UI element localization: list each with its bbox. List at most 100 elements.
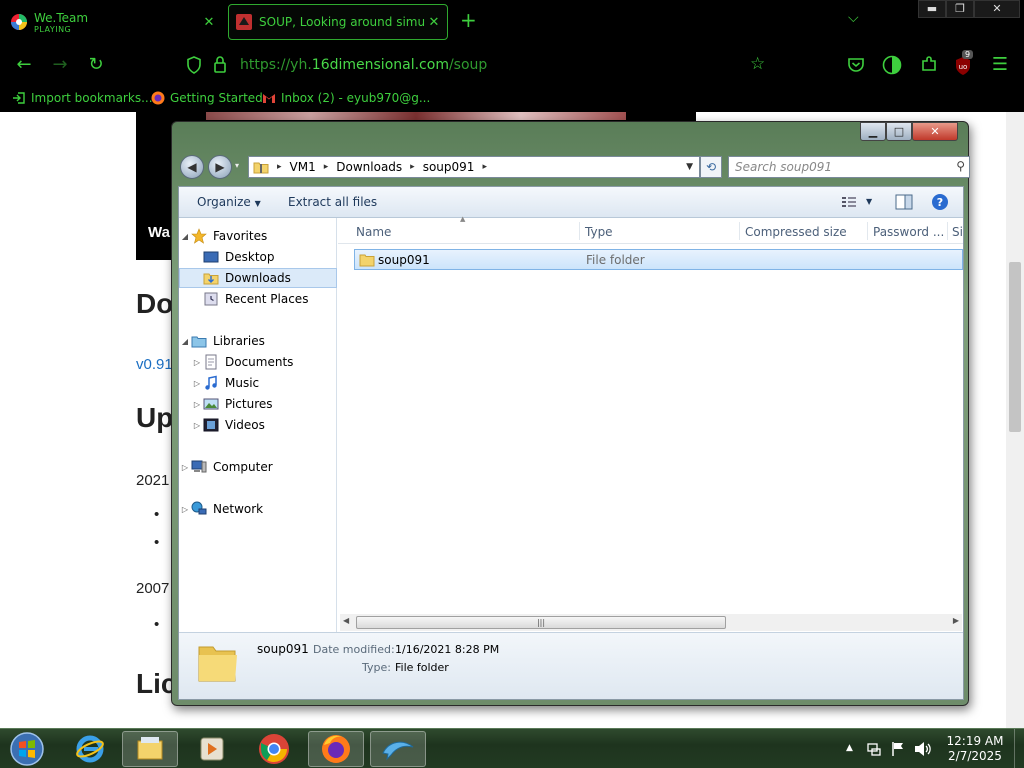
breadcrumb-downloads[interactable]: Downloads <box>336 160 402 174</box>
taskbar-internet-explorer[interactable] <box>62 731 118 767</box>
new-tab-button[interactable]: + <box>460 10 477 30</box>
page-text: 2007 <box>136 580 170 597</box>
expand-arrow-icon[interactable]: ▷ <box>191 358 203 367</box>
nav-pictures[interactable]: ▷ Pictures <box>179 394 337 414</box>
explorer-address-bar: ◀ ▶ ▾ ▸ VM1 ▸ Downloads ▸ soup091 ▸ ▼ ⟲ … <box>180 155 970 181</box>
column-name[interactable]: Name <box>356 225 391 239</box>
extensions-puzzle-icon[interactable] <box>920 55 938 73</box>
column-password[interactable]: Password ... <box>873 225 944 239</box>
nav-network[interactable]: ▷ Network <box>179 499 337 519</box>
taskbar-file-explorer[interactable] <box>122 731 178 767</box>
expand-arrow-icon[interactable]: ▷ <box>179 463 191 472</box>
action-center-flag-icon[interactable] <box>891 741 905 757</box>
explorer-back-button[interactable]: ◀ <box>180 155 204 179</box>
taskbar-chrome[interactable] <box>246 731 302 767</box>
start-button[interactable] <box>2 731 52 767</box>
show-hidden-icons-chevron[interactable]: ▲ <box>846 743 853 753</box>
expand-arrow-icon[interactable]: ▷ <box>191 421 203 430</box>
system-clock[interactable]: 12:19 AM 2/7/2025 <box>944 734 1006 764</box>
pocket-icon[interactable] <box>847 56 865 74</box>
breadcrumb-soup091[interactable]: soup091 <box>423 160 475 174</box>
network-status-icon[interactable] <box>866 741 882 757</box>
close-tab-icon[interactable]: ✕ <box>200 15 218 30</box>
collapse-arrow-icon[interactable]: ◢ <box>179 232 191 241</box>
tab-soup[interactable]: SOUP, Looking around simulat... ✕ <box>228 4 448 40</box>
view-dropdown-icon[interactable]: ▼ <box>866 197 872 206</box>
vpn-extension-icon[interactable] <box>882 55 902 75</box>
help-icon[interactable]: ? <box>931 193 949 211</box>
nav-libraries[interactable]: ◢ Libraries <box>179 331 337 351</box>
search-icon[interactable]: ⚲ <box>956 159 965 173</box>
taskbar-media-player[interactable] <box>184 731 240 767</box>
organize-button[interactable]: Organize ▼ <box>197 195 261 209</box>
nav-desktop[interactable]: Desktop <box>179 247 337 267</box>
nav-computer[interactable]: ▷ Computer <box>179 457 337 477</box>
expand-arrow-icon[interactable]: ▷ <box>191 400 203 409</box>
preview-pane-icon[interactable] <box>895 194 913 210</box>
collapse-arrow-icon[interactable]: ◢ <box>179 337 191 346</box>
ublock-icon[interactable]: uo 9 <box>954 50 974 75</box>
column-size[interactable]: Si <box>952 225 963 239</box>
explorer-close-button[interactable]: ✕ <box>912 122 958 141</box>
taskbar-dolphin-app[interactable] <box>370 731 426 767</box>
file-name: soup091 <box>378 253 430 267</box>
tab-we-team[interactable]: We.Team PLAYING ✕ <box>4 4 222 40</box>
forward-arrow-icon[interactable]: → <box>50 55 70 75</box>
minimize-button[interactable]: ▬ <box>918 0 946 18</box>
nav-music[interactable]: ▷ Music <box>179 373 337 393</box>
menu-hamburger-icon[interactable]: ☰ <box>990 55 1010 75</box>
close-tab-icon[interactable]: ✕ <box>425 15 443 30</box>
scroll-right-icon[interactable]: ▶ <box>953 616 959 625</box>
lock-icon[interactable] <box>213 55 227 73</box>
explorer-body: Organize ▼ Extract all files ▼ ? ◢ Favor… <box>178 186 964 700</box>
explorer-window: ▁ □ ✕ ◀ ▶ ▾ ▸ VM1 ▸ Downloads ▸ soup091 … <box>171 121 970 706</box>
scrollbar-thumb[interactable] <box>1009 262 1021 432</box>
file-row[interactable]: soup091 File folder <box>354 249 963 270</box>
scroll-left-icon[interactable]: ◀ <box>343 616 349 625</box>
restore-button[interactable]: ❐ <box>946 0 974 18</box>
explorer-maximize-button[interactable]: □ <box>886 122 912 141</box>
nav-documents[interactable]: ▷ Documents <box>179 352 337 372</box>
column-compressed-size[interactable]: Compressed size <box>745 225 847 239</box>
extract-all-files-button[interactable]: Extract all files <box>288 195 377 209</box>
taskbar-firefox[interactable] <box>308 731 364 767</box>
nav-videos[interactable]: ▷ Videos <box>179 415 337 435</box>
address-dropdown-icon[interactable]: ▼ <box>686 162 693 172</box>
breadcrumb-vm1[interactable]: VM1 <box>290 160 316 174</box>
svg-text:?: ? <box>937 196 943 209</box>
scrollbar-thumb[interactable]: ||| <box>356 616 726 629</box>
column-type[interactable]: Type <box>585 225 613 239</box>
explorer-forward-button[interactable]: ▶ <box>208 155 232 179</box>
horizontal-scrollbar[interactable]: ◀ ||| ▶ <box>340 614 962 631</box>
volume-icon[interactable] <box>914 741 932 757</box>
tab-list-chevron-icon[interactable]: ⌵ <box>848 10 859 26</box>
explorer-minimize-button[interactable]: ▁ <box>860 122 886 141</box>
expand-arrow-icon[interactable]: ▷ <box>191 379 203 388</box>
nav-downloads[interactable]: Downloads <box>179 268 337 288</box>
view-options-icon[interactable] <box>841 195 857 209</box>
nav-favorites[interactable]: ◢ Favorites <box>179 226 337 246</box>
url-bar[interactable]: https://yh.16dimensional.com/soup ☆ <box>178 50 788 80</box>
breadcrumb[interactable]: ▸ VM1 ▸ Downloads ▸ soup091 ▸ ▼ <box>248 156 700 178</box>
we-team-icon <box>11 14 27 30</box>
bookmark-gmail-inbox[interactable]: Inbox (2) - eyub970@g... <box>262 91 430 105</box>
expand-arrow-icon[interactable]: ▷ <box>179 505 191 514</box>
url-text[interactable]: https://yh.16dimensional.com/soup <box>240 57 487 73</box>
file-list-pane: ▲ Name Type Compressed size Password ...… <box>338 215 963 632</box>
bookmark-star-icon[interactable]: ☆ <box>750 54 765 74</box>
bookmark-getting-started[interactable]: Getting Started <box>151 91 263 105</box>
refresh-icon[interactable]: ⟲ <box>700 156 722 178</box>
show-desktop-button[interactable] <box>1014 729 1024 768</box>
chrome-icon <box>259 734 289 764</box>
shield-icon[interactable] <box>186 56 202 74</box>
close-window-button[interactable]: ✕ <box>974 0 1020 18</box>
page-link[interactable]: v0.91 <box>136 356 173 373</box>
search-input[interactable]: Search soup091 ⚲ <box>728 156 970 178</box>
recent-pages-chevron-icon[interactable]: ▾ <box>235 161 239 170</box>
bookmark-import[interactable]: Import bookmarks... <box>12 91 153 105</box>
nav-recent-places[interactable]: Recent Places <box>179 289 337 309</box>
back-arrow-icon[interactable]: ← <box>14 55 34 75</box>
reload-icon[interactable]: ↻ <box>86 55 106 75</box>
pictures-icon <box>203 398 219 410</box>
page-scrollbar[interactable] <box>1006 112 1024 728</box>
